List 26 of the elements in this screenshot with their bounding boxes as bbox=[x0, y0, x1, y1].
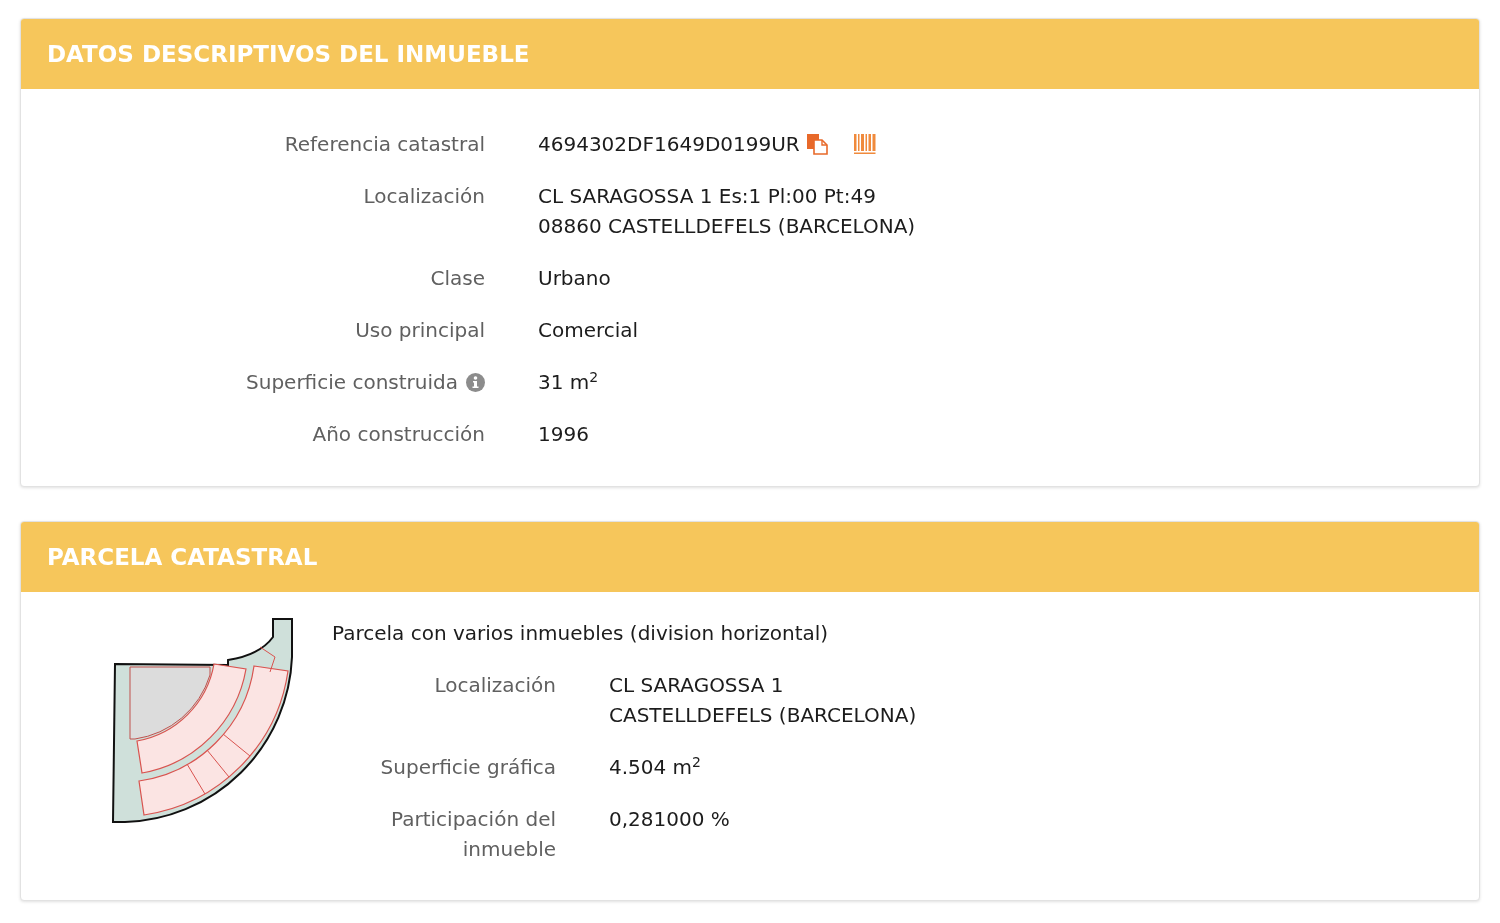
section-title: DATOS DESCRIPTIVOS DEL INMUEBLE bbox=[47, 40, 530, 69]
field-label: Superficie gráfica bbox=[380, 754, 556, 781]
field-value: Comercial bbox=[538, 317, 639, 344]
field-value: 1996 bbox=[538, 421, 589, 448]
info-icon[interactable] bbox=[466, 372, 485, 392]
barcode-icon[interactable] bbox=[853, 134, 876, 154]
field-value: 4694302DF1649D0199UR bbox=[538, 131, 800, 158]
field-value: 31 m$^{2}$ bbox=[538, 368, 599, 396]
field-label: Referencia catastral bbox=[284, 131, 485, 158]
field-label: Localización bbox=[434, 672, 556, 699]
field-label: Uso principal bbox=[355, 317, 485, 344]
field-label: Clase bbox=[430, 265, 485, 292]
field-label: Año construcción bbox=[312, 421, 485, 448]
field-value: 08860 CASTELLDEFELS (BARCELONA) bbox=[538, 213, 916, 240]
field-label: Superficie construida bbox=[246, 369, 458, 396]
field-value: CL SARAGOSSA 1 bbox=[609, 672, 784, 699]
field-value: 0,281000 % bbox=[609, 806, 730, 833]
field-label: Localización bbox=[363, 183, 485, 210]
section-title: PARCELA CATASTRAL bbox=[47, 543, 318, 572]
parcel-note: Parcela con varios inmuebles (division horizontal) bbox=[332, 620, 829, 647]
field-value: Urbano bbox=[538, 265, 611, 292]
field-value: CASTELLDEFELS (BARCELONA) bbox=[609, 702, 917, 729]
field-value: CL SARAGOSSA 1 Es:1 Pl:00 Pt:49 bbox=[538, 183, 876, 210]
field-label: Participación del inmueble bbox=[390, 806, 556, 863]
copy-icon[interactable] bbox=[805, 133, 828, 155]
field-value: 4.504 m$^{2}$ bbox=[609, 753, 702, 781]
